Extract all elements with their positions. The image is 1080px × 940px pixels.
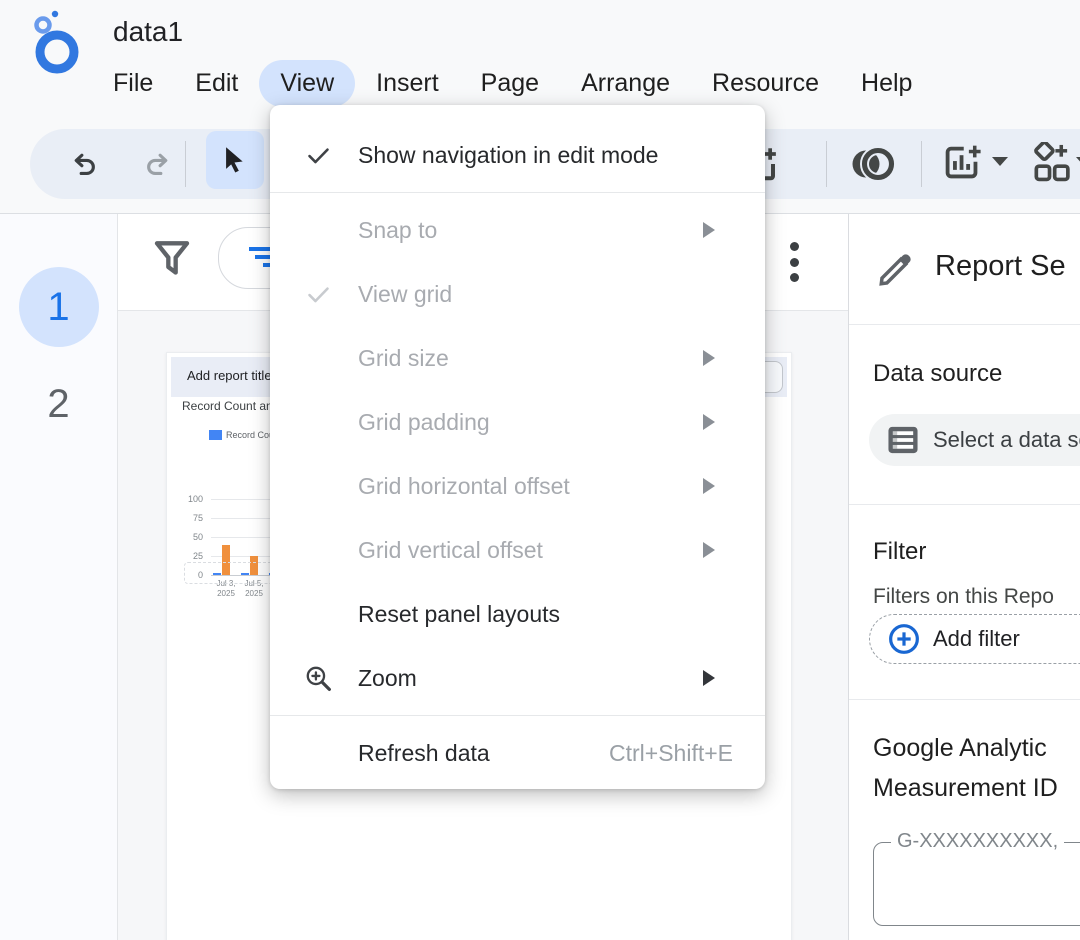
- submenu-arrow-icon: [703, 222, 715, 238]
- menu-item-label: Refresh data: [358, 740, 490, 767]
- filter-subtext: Filters on this Repo: [873, 585, 1054, 609]
- checkmark-icon: [298, 281, 338, 308]
- menu-shortcut: Ctrl+Shift+E: [609, 740, 733, 767]
- add-chart-button[interactable]: [934, 137, 992, 191]
- menu-item-label: Zoom: [358, 665, 417, 692]
- report-settings-panel: Report Se Data source Select a data so F…: [848, 214, 1080, 940]
- menu-item-grid-vertical-offset[interactable]: Grid vertical offset: [270, 518, 765, 582]
- ga-input-label: G-XXXXXXXXXX,: [891, 830, 1064, 853]
- cursor-icon: [222, 146, 248, 174]
- menu-item-refresh-data[interactable]: Refresh data Ctrl+Shift+E: [270, 721, 765, 785]
- funnel-filter-icon[interactable]: [152, 238, 192, 282]
- menu-insert[interactable]: Insert: [355, 60, 460, 107]
- add-control-dropdown-caret[interactable]: [1076, 157, 1080, 166]
- y-axis-tick: 50: [175, 532, 203, 542]
- select-tool-button[interactable]: [206, 131, 264, 189]
- report-title-placeholder[interactable]: Add report title: [187, 368, 272, 383]
- menu-help[interactable]: Help: [840, 60, 933, 107]
- ga-heading-line1: Google Analytic: [873, 734, 1047, 763]
- submenu-arrow-icon: [703, 478, 715, 494]
- legend-swatch: [209, 430, 222, 440]
- menu-item-snap-to[interactable]: Snap to: [270, 198, 765, 262]
- menu-item-label: Grid vertical offset: [358, 537, 543, 564]
- blend-data-button[interactable]: [842, 139, 902, 189]
- menu-item-view-grid[interactable]: View grid: [270, 262, 765, 326]
- checkmark-icon: [298, 142, 338, 169]
- panel-title: Report Se: [935, 250, 1066, 283]
- add-control-button[interactable]: [1022, 137, 1080, 191]
- menu-item-grid-size[interactable]: Grid size: [270, 326, 765, 390]
- undo-icon: [67, 147, 101, 181]
- report-title[interactable]: data1: [113, 16, 183, 48]
- add-chart-icon: [941, 142, 985, 186]
- menu-item-reset-panel-layouts[interactable]: Reset panel layouts: [270, 582, 765, 646]
- toolbar-divider: [185, 141, 186, 187]
- toolbar-divider: [921, 141, 922, 187]
- menu-page[interactable]: Page: [460, 60, 560, 107]
- page-number: 1: [47, 285, 69, 330]
- panel-divider: [849, 324, 1080, 325]
- page-number: 2: [47, 382, 69, 427]
- select-data-source-button[interactable]: Select a data so: [869, 414, 1080, 466]
- looker-studio-window: data1 FileEditViewInsertPageArrangeResou…: [0, 0, 1080, 940]
- add-circle-icon: [888, 623, 920, 655]
- menu-item-label: Grid padding: [358, 409, 490, 436]
- add-chart-dropdown-caret[interactable]: [992, 157, 1008, 166]
- menu-item-grid-horizontal-offset[interactable]: Grid horizontal offset: [270, 454, 765, 518]
- menu-view[interactable]: View: [259, 60, 355, 107]
- menu-separator: [270, 192, 765, 193]
- looker-studio-logo: [30, 10, 86, 82]
- data-source-heading: Data source: [873, 360, 1002, 388]
- menu-item-zoom[interactable]: Zoom: [270, 646, 765, 710]
- page-item-1[interactable]: 1: [0, 267, 117, 347]
- y-axis-tick: 25: [175, 551, 203, 561]
- menu-edit[interactable]: Edit: [174, 60, 259, 107]
- page-item-2[interactable]: 2: [0, 364, 117, 444]
- menu-item-label: Grid horizontal offset: [358, 473, 570, 500]
- panel-divider: [849, 699, 1080, 700]
- panel-divider: [849, 504, 1080, 505]
- menu-item-label: Reset panel layouts: [358, 601, 560, 628]
- add-filter-label: Add filter: [933, 626, 1020, 652]
- pencil-icon: [875, 248, 917, 290]
- ga-heading-line2: Measurement ID: [873, 774, 1058, 803]
- menu-item-label: Grid size: [358, 345, 449, 372]
- submenu-arrow-icon: [703, 414, 715, 430]
- page-navigation: 12: [0, 214, 118, 940]
- menu-item-grid-padding[interactable]: Grid padding: [270, 390, 765, 454]
- menu-arrange[interactable]: Arrange: [560, 60, 691, 107]
- menu-separator: [270, 715, 765, 716]
- toolbar-divider: [826, 141, 827, 187]
- zoom-in-icon: [298, 663, 338, 694]
- submenu-arrow-icon: [703, 350, 715, 366]
- blend-icon: [848, 146, 896, 182]
- menu-item-label: Snap to: [358, 217, 437, 244]
- menu-item-show-navigation-in-edit-mode[interactable]: Show navigation in edit mode: [270, 123, 765, 187]
- canvas-more-options-button[interactable]: [790, 242, 800, 282]
- submenu-arrow-icon: [703, 542, 715, 558]
- y-axis-tick: 75: [175, 513, 203, 523]
- submenu-arrow-icon: [703, 670, 715, 686]
- menu-resource[interactable]: Resource: [691, 60, 840, 107]
- menu-file[interactable]: File: [92, 60, 174, 107]
- menu-bar: FileEditViewInsertPageArrangeResourceHel…: [92, 58, 933, 108]
- filter-heading: Filter: [873, 538, 926, 566]
- undo-button[interactable]: [52, 139, 116, 189]
- menu-item-label: Show navigation in edit mode: [358, 142, 658, 169]
- data-source-icon: [887, 425, 919, 455]
- y-axis-tick: 100: [175, 494, 203, 504]
- redo-button[interactable]: [126, 139, 190, 189]
- menu-item-label: View grid: [358, 281, 452, 308]
- add-filter-button[interactable]: Add filter: [869, 614, 1080, 664]
- ga-measurement-id-input[interactable]: [873, 842, 1080, 926]
- add-control-icon: [1029, 142, 1073, 186]
- view-menu-dropdown: Show navigation in edit mode Snap to View …: [270, 105, 765, 789]
- redo-icon: [141, 147, 175, 181]
- select-data-source-label: Select a data so: [933, 427, 1080, 453]
